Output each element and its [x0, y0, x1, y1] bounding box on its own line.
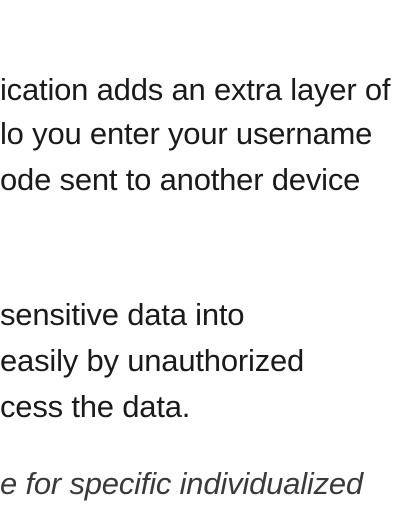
paragraph-encryption-line-3: cess the data.	[0, 389, 191, 424]
paragraph-encryption-line-2: easily by unauthorized	[0, 343, 305, 378]
paragraph-2fa-line-1: ication adds an extra layer of	[0, 72, 391, 107]
footer-note: e for specific individualized	[0, 466, 363, 501]
paragraph-2fa-line-3: ode sent to another device	[0, 162, 361, 197]
paragraph-encryption-line-1: sensitive data into	[0, 297, 245, 332]
paragraph-2fa-line-2: lo you enter your username	[0, 116, 373, 151]
